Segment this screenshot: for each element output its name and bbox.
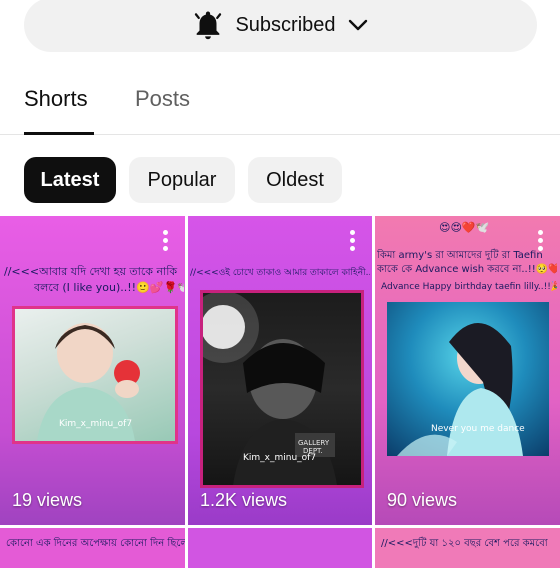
short-thumbnail-image: Never you me dance: [387, 302, 549, 456]
short-caption-line: কোনো এক দিনের অপেক্ষায় কোনো দিন ছিলো...…: [6, 538, 185, 549]
short-thumbnail-4[interactable]: কোনো এক দিনের অপেক্ষায় কোনো দিন ছিলো...…: [0, 528, 185, 568]
watermark: Kim_x_minu_of7: [59, 419, 133, 429]
bell-icon: [191, 8, 225, 42]
watermark: Never you me dance: [431, 424, 525, 434]
short-thumbnail-image: GALLERY DEPT. Kim_x_minu_of7: [200, 290, 364, 488]
short-caption-line: কিমা army's রা আমাদের দুটি রা Taefin: [377, 250, 543, 261]
short-thumbnail-3[interactable]: 😍😍❤️🕊️ কিমা army's রা আমাদের দুটি রা Tae…: [375, 216, 560, 525]
short-thumbnail-2[interactable]: //<<<ওই চোখে তাকাও আমার তাকালে কাহিনী...…: [188, 216, 372, 525]
view-count: 90 views: [387, 490, 458, 510]
short-caption-line: বলবে (I like you)..!!🙂💕🌹🕊️: [34, 281, 184, 294]
channel-tabs: Shorts Posts: [0, 78, 560, 135]
short-caption-line: //<<<আবার যদি দেখা হয় তাকে নাকি: [4, 265, 178, 278]
view-count: 1.2K views: [200, 490, 288, 510]
short-caption-line: Advance Happy birthday taefin lilly..!!🎉…: [381, 282, 557, 292]
tab-posts[interactable]: Posts: [135, 86, 190, 112]
chevron-down-icon[interactable]: [346, 13, 370, 37]
short-caption-line: 😍😍❤️🕊️: [439, 221, 490, 234]
filter-chip-oldest[interactable]: Oldest: [248, 157, 342, 203]
subscribed-label: Subscribed: [235, 13, 336, 36]
short-caption-line: //<<<দুটি যা ১২০ বছর বেশ পরে কমবো: [381, 538, 548, 549]
view-count: 19 views: [12, 490, 83, 510]
short-caption-line: কাকে কে Advance wish করবে না..!!🥺❤️: [377, 264, 557, 275]
filter-chip-popular[interactable]: Popular: [129, 157, 235, 203]
more-options-icon[interactable]: [350, 230, 356, 252]
short-thumbnail-6[interactable]: //<<<দুটি যা ১২০ বছর বেশ পরে কমবো: [375, 528, 560, 568]
svg-text:GALLERY: GALLERY: [298, 439, 330, 447]
short-thumbnail-image: Kim_x_minu_of7: [12, 306, 178, 444]
more-options-icon[interactable]: [163, 230, 169, 252]
subscribed-button[interactable]: Subscribed: [24, 0, 537, 52]
tab-shorts[interactable]: Shorts: [24, 86, 88, 112]
active-tab-indicator: [24, 132, 94, 135]
short-thumbnail-5[interactable]: [188, 528, 372, 568]
short-thumbnail-1[interactable]: //<<<আবার যদি দেখা হয় তাকে নাকি বলবে (I…: [0, 216, 185, 525]
filter-chip-latest[interactable]: Latest: [24, 157, 116, 203]
watermark: Kim_x_minu_of7: [243, 453, 317, 463]
short-caption-line: //<<<ওই চোখে তাকাও আমার তাকালে কাহিনী...…: [190, 268, 370, 278]
